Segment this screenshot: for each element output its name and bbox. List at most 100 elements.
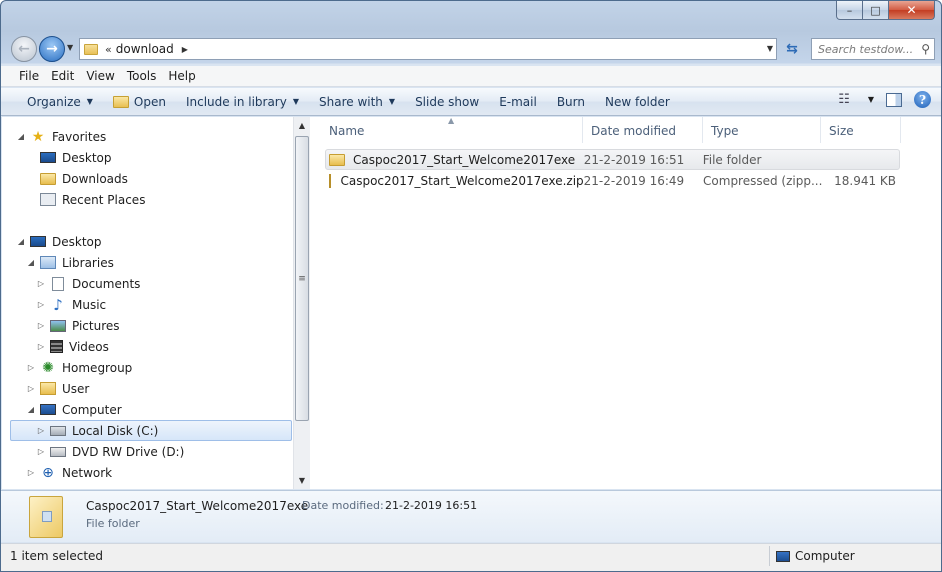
expand-icon[interactable]: ▷ xyxy=(36,279,46,288)
user-folder-icon xyxy=(40,382,56,395)
address-segment-arrow[interactable]: ▶ xyxy=(182,45,188,54)
tree-label: User xyxy=(62,381,90,396)
menu-tools[interactable]: Tools xyxy=(121,69,163,83)
network-icon: ⊕ xyxy=(42,464,54,481)
organize-button[interactable]: Organize ▼ xyxy=(17,91,103,113)
tree-label: Computer xyxy=(62,402,122,417)
expand-icon[interactable]: ▷ xyxy=(36,426,46,435)
desktop-icon xyxy=(30,236,46,247)
open-button[interactable]: Open xyxy=(103,91,176,113)
address-segment-download[interactable]: download xyxy=(116,42,174,56)
file-name: Caspoc2017_Start_Welcome2017exe xyxy=(353,152,576,167)
scroll-up-button[interactable]: ▲ xyxy=(294,117,310,134)
tree-item-documents[interactable]: ▷ Documents xyxy=(36,273,140,294)
minimize-button[interactable]: – xyxy=(836,1,863,20)
preview-pane-icon[interactable] xyxy=(886,92,902,107)
file-row[interactable]: Caspoc2017_Start_Welcome2017exe 21-2-201… xyxy=(325,149,900,170)
expand-icon[interactable]: ▷ xyxy=(36,342,46,351)
file-row[interactable]: Caspoc2017_Start_Welcome2017exe.zip 21-2… xyxy=(325,170,900,191)
include-in-library-button[interactable]: Include in library ▼ xyxy=(176,91,309,113)
tree-label: Desktop xyxy=(62,150,112,165)
tree-item-computer[interactable]: ◢ Computer xyxy=(26,399,122,420)
column-header-size[interactable]: Size xyxy=(821,117,901,143)
address-dropdown-button[interactable]: ▼ xyxy=(767,44,773,53)
forward-button[interactable]: → xyxy=(39,36,65,62)
menu-file[interactable]: File xyxy=(13,69,45,83)
tree-item-desktop-favorite[interactable]: Desktop xyxy=(26,147,112,168)
star-icon: ★ xyxy=(31,128,45,145)
expand-icon[interactable]: ▷ xyxy=(26,468,36,477)
tree-item-music[interactable]: ▷ ♪ Music xyxy=(36,294,106,315)
expand-icon[interactable]: ▷ xyxy=(36,321,46,330)
collapse-icon[interactable]: ◢ xyxy=(16,132,26,141)
tree-item-dvd-drive[interactable]: ▷ DVD RW Drive (D:) xyxy=(36,441,184,462)
view-options-dropdown[interactable]: ▼ xyxy=(868,95,874,104)
include-in-library-label: Include in library xyxy=(185,94,287,109)
recent-pages-dropdown[interactable]: ▼ xyxy=(67,43,73,52)
film-strip-icon xyxy=(50,340,63,353)
tree-label: Videos xyxy=(69,339,109,354)
column-header-type[interactable]: Type xyxy=(703,117,821,143)
scroll-down-button[interactable]: ▼ xyxy=(294,472,310,489)
details-pane: Caspoc2017_Start_Welcome2017exe Date mod… xyxy=(1,490,941,542)
change-view-icon[interactable]: ☷ xyxy=(838,92,850,107)
navigation-pane: ◢ ★ Favorites Desktop Downloads Recent Pla… xyxy=(2,117,310,489)
expand-icon[interactable]: ▷ xyxy=(36,447,46,456)
file-size-cell: 18.941 KB xyxy=(834,173,897,188)
menu-help[interactable]: Help xyxy=(162,69,201,83)
folder-icon xyxy=(29,496,63,538)
burn-button[interactable]: Burn xyxy=(547,91,595,113)
help-icon[interactable]: ? xyxy=(914,91,931,108)
libraries-icon xyxy=(40,256,56,269)
scroll-thumb[interactable]: ≡ xyxy=(295,136,309,421)
file-date-cell: 21-2-2019 16:51 xyxy=(583,152,685,167)
column-header-date-modified[interactable]: Date modified xyxy=(583,117,703,143)
menu-edit[interactable]: Edit xyxy=(45,69,80,83)
caption-buttons: – □ ✕ xyxy=(836,1,935,20)
tree-item-user[interactable]: ▷ User xyxy=(26,378,89,399)
tree-item-desktop[interactable]: ◢ Desktop xyxy=(16,231,102,252)
tree-item-local-disk[interactable]: ▷ Local Disk (C:) xyxy=(10,420,292,441)
new-folder-button[interactable]: New folder xyxy=(595,91,680,113)
collapse-icon[interactable]: ◢ xyxy=(16,237,26,246)
tree-item-videos[interactable]: ▷ Videos xyxy=(36,336,109,357)
search-input[interactable]: Search testdow... ⚲ xyxy=(811,38,935,60)
close-button[interactable]: ✕ xyxy=(889,1,935,20)
details-type: File folder xyxy=(86,517,140,530)
expand-icon[interactable]: ▷ xyxy=(26,363,36,372)
tree-label: Desktop xyxy=(52,234,102,249)
navpane-scrollbar[interactable]: ▲ ≡ ▼ xyxy=(293,117,310,489)
collapse-icon[interactable]: ◢ xyxy=(26,405,36,414)
maximize-button[interactable]: □ xyxy=(863,1,889,20)
tree-label: Network xyxy=(62,465,113,480)
command-bar: Organize ▼ Open Include in library ▼ Share… xyxy=(1,88,941,116)
tree-item-libraries[interactable]: ◢ Libraries xyxy=(26,252,114,273)
tree-item-recent-places[interactable]: Recent Places xyxy=(26,189,145,210)
dvd-drive-icon xyxy=(50,446,66,457)
share-with-button[interactable]: Share with ▼ xyxy=(309,91,405,113)
email-button[interactable]: E-mail xyxy=(489,91,547,113)
status-separator xyxy=(769,546,770,566)
expand-icon[interactable]: ▷ xyxy=(36,300,46,309)
tree-item-pictures[interactable]: ▷ Pictures xyxy=(36,315,120,336)
computer-icon xyxy=(40,404,56,415)
slide-show-button[interactable]: Slide show xyxy=(405,91,489,113)
tree-label: Recent Places xyxy=(62,192,146,207)
address-overflow-chevron[interactable]: « xyxy=(105,43,112,56)
expand-icon[interactable]: ▷ xyxy=(26,384,36,393)
tree-item-network[interactable]: ▷ ⊕ Network xyxy=(26,462,112,483)
folder-icon xyxy=(329,153,345,166)
column-header-name[interactable]: Name xyxy=(310,117,583,143)
details-name: Caspoc2017_Start_Welcome2017exe xyxy=(86,499,309,513)
file-name-cell: Caspoc2017_Start_Welcome2017exe.zip xyxy=(325,173,584,188)
collapse-icon[interactable]: ◢ xyxy=(26,258,36,267)
tree-item-homegroup[interactable]: ▷ ✺ Homegroup xyxy=(26,357,132,378)
menu-view[interactable]: View xyxy=(80,69,120,83)
tree-item-downloads[interactable]: Downloads xyxy=(26,168,128,189)
file-type-cell: Compressed (zipp... xyxy=(703,173,823,188)
refresh-button[interactable]: ⇆ xyxy=(779,38,805,60)
tree-item-favorites[interactable]: ◢ ★ Favorites xyxy=(16,126,106,147)
address-bar[interactable]: « download ▶ ▼ xyxy=(79,38,777,60)
back-button[interactable]: ← xyxy=(11,36,37,62)
search-icon[interactable]: ⚲ xyxy=(921,42,930,56)
